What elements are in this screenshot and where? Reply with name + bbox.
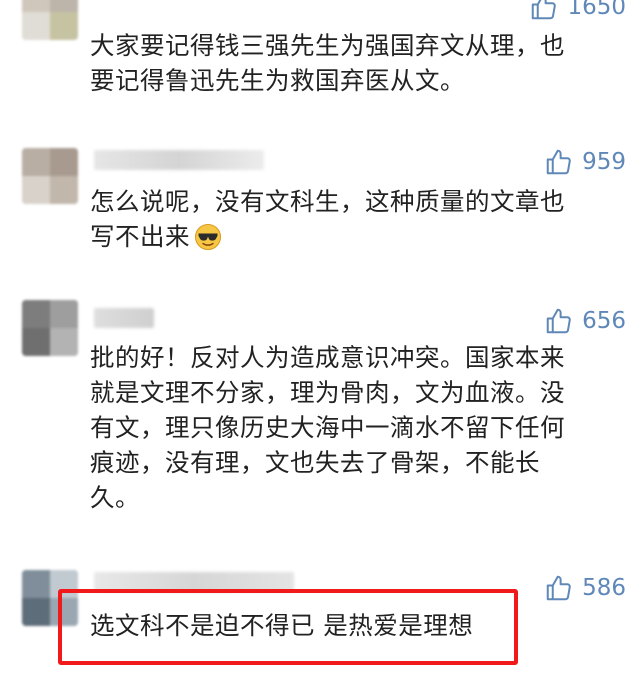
- thumbs-up-icon: [546, 308, 571, 334]
- comment-text: 大家要记得钱三强先生为强国弃文从理，也 要记得鲁迅先生为救国弃医从文。: [90, 31, 565, 95]
- comment-text: 批的好！反对人为造成意识冲突。国家本来 就是文理不分家，理为骨肉，文为血液。没 …: [90, 343, 565, 512]
- comment-feed: 1650 大家要记得钱三强先生为强国弃文从理，也 要记得鲁迅先生为救国弃医从文。…: [0, 0, 640, 683]
- thumbs-up-icon: [532, 0, 557, 20]
- like-count: 586: [582, 575, 626, 601]
- like-button[interactable]: 586: [544, 573, 626, 603]
- like-button[interactable]: 656: [544, 306, 626, 336]
- avatar[interactable]: [22, 0, 78, 40]
- avatar[interactable]: [22, 148, 78, 204]
- like-button[interactable]: 1650: [529, 0, 626, 22]
- comment-text: 怎么说呢，没有文科生，这种质量的文章也 写不出来: [90, 184, 616, 260]
- username-blurred[interactable]: [94, 308, 154, 328]
- thumbs-up-icon: [546, 149, 571, 175]
- like-button[interactable]: 959: [544, 147, 626, 177]
- username-blurred[interactable]: [94, 150, 264, 170]
- avatar[interactable]: [22, 300, 78, 356]
- like-count: 959: [582, 149, 626, 175]
- red-highlight-box: [58, 589, 518, 665]
- like-count: 1650: [567, 0, 626, 20]
- thumbs-up-icon: [546, 575, 571, 601]
- like-count: 656: [582, 308, 626, 334]
- sunglasses-emoji-icon: [194, 223, 222, 260]
